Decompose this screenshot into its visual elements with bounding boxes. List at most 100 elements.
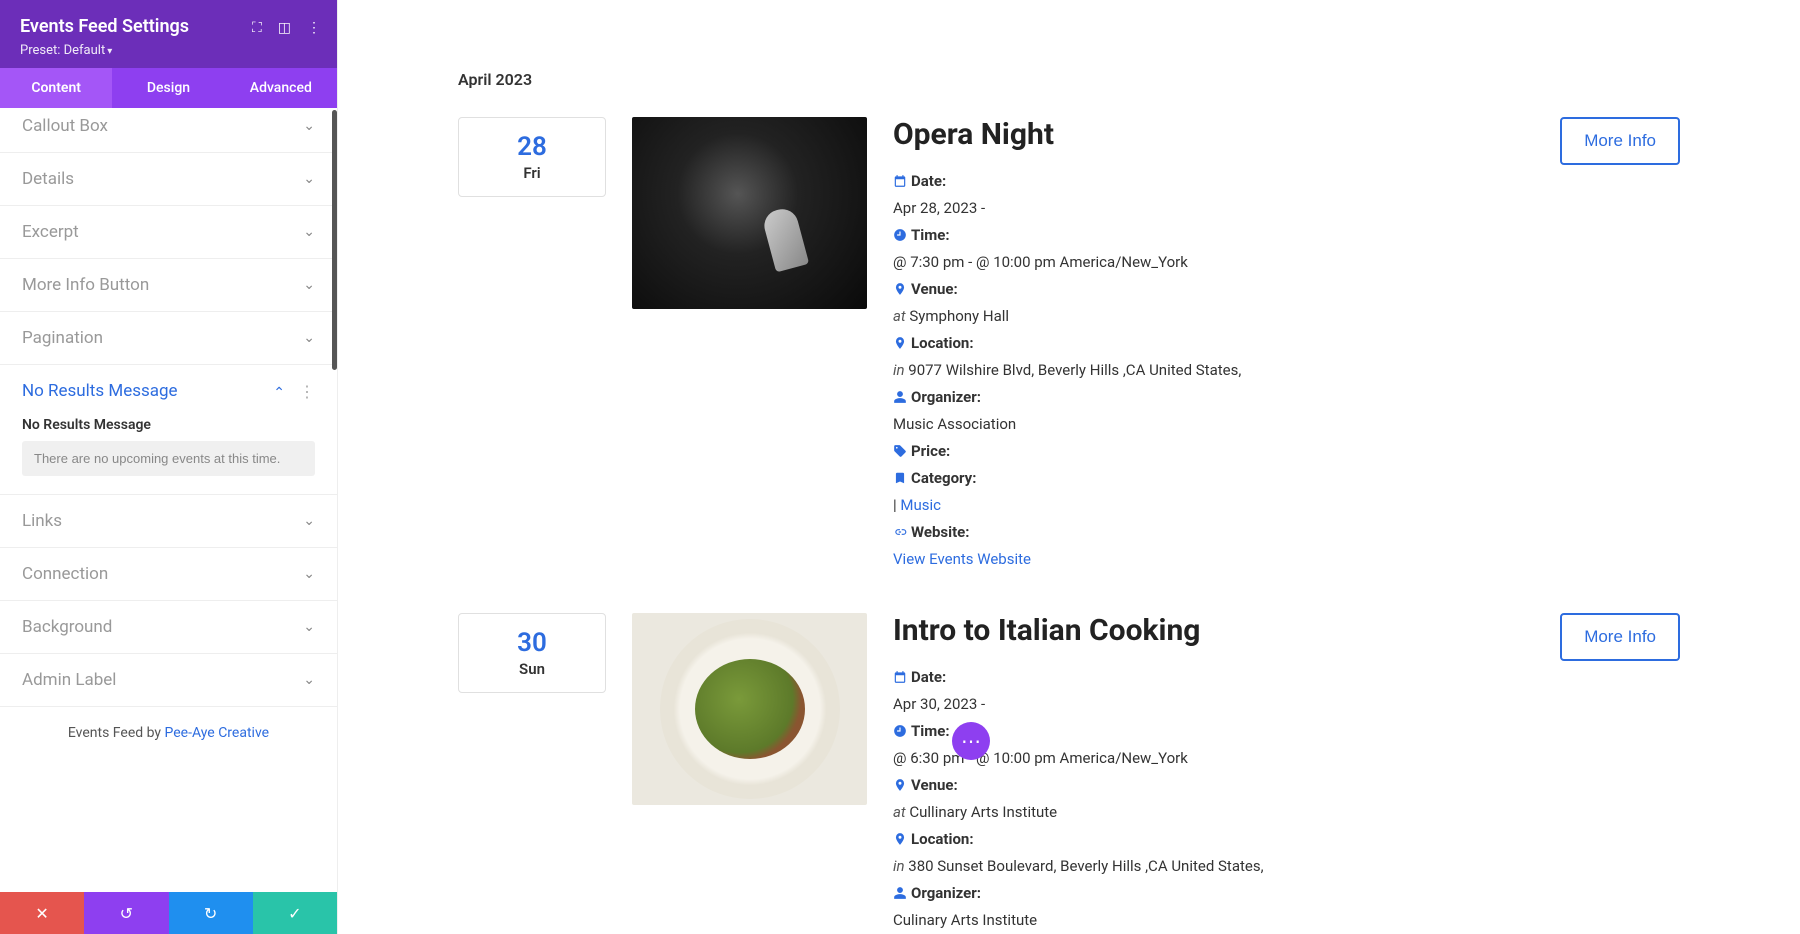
- section-title: More Info Button: [22, 275, 149, 295]
- cancel-button[interactable]: ✕: [0, 892, 84, 934]
- fab-button[interactable]: ⋯: [952, 722, 990, 760]
- action-bar: ✕ ↺ ↻ ✓: [0, 892, 337, 934]
- date-line: Date:: [893, 168, 1534, 195]
- chevron-down-icon: ⌄: [303, 171, 315, 187]
- section-title: Details: [22, 169, 74, 189]
- person-icon: [893, 384, 907, 411]
- calendar-icon: [893, 664, 907, 691]
- date-value: Apr 30, 2023 -: [893, 691, 1534, 718]
- section-more-info-button: More Info Button ⌄: [0, 259, 337, 312]
- section-admin-label: Admin Label ⌄: [0, 654, 337, 707]
- section-pagination: Pagination ⌄: [0, 312, 337, 365]
- section-title: Links: [22, 511, 62, 531]
- section-body: No Results Message: [0, 417, 337, 494]
- tag-icon: [893, 438, 907, 465]
- section-more-icon[interactable]: ⋮: [299, 382, 315, 401]
- section-header[interactable]: Excerpt ⌄: [0, 206, 337, 258]
- credit-link[interactable]: Pee-Aye Creative: [165, 725, 270, 741]
- more-info-button[interactable]: More Info: [1560, 613, 1680, 661]
- clock-icon: [893, 222, 907, 249]
- section-header[interactable]: Connection ⌄: [0, 548, 337, 600]
- section-title: Connection: [22, 564, 108, 584]
- tab-design[interactable]: Design: [112, 68, 224, 108]
- date-number: 28: [459, 132, 605, 162]
- time-value: @ 7:30 pm - @ 10:00 pm America/New_York: [893, 249, 1534, 276]
- footer-prefix: Events Feed by: [68, 725, 165, 741]
- event-title[interactable]: Intro to Italian Cooking: [893, 613, 1534, 648]
- clock-icon: [893, 718, 907, 745]
- more-icon[interactable]: ⋮: [307, 20, 321, 36]
- website-link[interactable]: View Events Website: [893, 550, 1031, 568]
- no-results-input[interactable]: [22, 441, 315, 476]
- section-title: Callout Box: [22, 116, 108, 136]
- venue-line: Venue:: [893, 772, 1534, 799]
- sidebar-header: Events Feed Settings Preset: Default▾ ⛶ …: [0, 0, 337, 68]
- app-root: Events Feed Settings Preset: Default▾ ⛶ …: [0, 0, 1800, 934]
- date-box: 30 Sun: [458, 613, 606, 693]
- section-header[interactable]: Pagination ⌄: [0, 312, 337, 364]
- chevron-down-icon: ⌄: [303, 672, 315, 688]
- chevron-down-icon: ▾: [107, 46, 112, 57]
- section-links: Links ⌄: [0, 495, 337, 548]
- section-title: Pagination: [22, 328, 103, 348]
- event-image[interactable]: [632, 613, 867, 805]
- layout-icon[interactable]: ◫: [278, 20, 291, 36]
- price-line: Price:: [893, 438, 1534, 465]
- event-row: 30 Sun Intro to Italian Cooking Date: Ap…: [458, 613, 1680, 934]
- chevron-down-icon: ⌄: [303, 224, 315, 240]
- category-link[interactable]: Music: [900, 496, 941, 514]
- chevron-down-icon: ⌄: [303, 277, 315, 293]
- time-value: @ 6:30 pm - @ 10:00 pm America/New_York: [893, 745, 1534, 772]
- chevron-down-icon: ⌄: [303, 619, 315, 635]
- event-title[interactable]: Opera Night: [893, 117, 1534, 152]
- organizer-value: Culinary Arts Institute: [893, 907, 1534, 934]
- redo-button[interactable]: ↻: [169, 892, 253, 934]
- calendar-icon: [893, 168, 907, 195]
- section-header[interactable]: More Info Button ⌄: [0, 259, 337, 311]
- pin-icon: [893, 276, 907, 303]
- section-header[interactable]: Background ⌄: [0, 601, 337, 653]
- undo-button[interactable]: ↺: [84, 892, 168, 934]
- expand-icon[interactable]: ⛶: [252, 20, 262, 36]
- venue-line: Venue:: [893, 276, 1534, 303]
- more-info-button[interactable]: More Info: [1560, 117, 1680, 165]
- event-info: Intro to Italian Cooking Date: Apr 30, 2…: [893, 613, 1534, 934]
- tab-advanced[interactable]: Advanced: [225, 68, 337, 108]
- section-header[interactable]: Links ⌄: [0, 495, 337, 547]
- scrollbar-thumb[interactable]: [332, 110, 337, 370]
- tabs: Content Design Advanced: [0, 68, 337, 108]
- section-callout-box: Callout Box ⌄: [0, 108, 337, 153]
- field-label: No Results Message: [22, 417, 315, 433]
- preset-dropdown[interactable]: Preset: Default▾: [20, 43, 317, 58]
- section-excerpt: Excerpt ⌄: [0, 206, 337, 259]
- section-header[interactable]: Callout Box ⌄: [0, 108, 337, 152]
- section-connection: Connection ⌄: [0, 548, 337, 601]
- chevron-down-icon: ⌄: [303, 330, 315, 346]
- section-header[interactable]: Admin Label ⌄: [0, 654, 337, 706]
- section-title: Excerpt: [22, 222, 79, 242]
- preview-area: April 2023 28 Fri Opera Night Date: Apr …: [338, 0, 1800, 934]
- section-background: Background ⌄: [0, 601, 337, 654]
- location-value: in 380 Sunset Boulevard, Beverly Hills ,…: [893, 853, 1534, 880]
- section-header[interactable]: Details ⌄: [0, 153, 337, 205]
- event-image[interactable]: [632, 117, 867, 309]
- tab-content[interactable]: Content: [0, 68, 112, 108]
- sidebar-footer-credit: Events Feed by Pee-Aye Creative: [0, 707, 337, 759]
- header-icons: ⛶ ◫ ⋮: [252, 20, 321, 36]
- location-value: in 9077 Wilshire Blvd, Beverly Hills ,CA…: [893, 357, 1534, 384]
- save-button[interactable]: ✓: [253, 892, 337, 934]
- chevron-up-icon: ⌃: [273, 385, 285, 401]
- section-details: Details ⌄: [0, 153, 337, 206]
- chevron-down-icon: ⌄: [303, 513, 315, 529]
- organizer-line: Organizer:: [893, 880, 1534, 907]
- venue-value: at Cullinary Arts Institute: [893, 799, 1534, 826]
- month-header: April 2023: [458, 70, 1680, 89]
- section-title: No Results Message: [22, 381, 178, 401]
- website-value: View Events Website: [893, 546, 1534, 573]
- location-line: Location:: [893, 826, 1534, 853]
- link-icon: [893, 519, 907, 546]
- section-header[interactable]: No Results Message ⌃ ⋮: [0, 365, 337, 417]
- accordion: Callout Box ⌄ Details ⌄ Excerpt ⌄ More I…: [0, 108, 337, 892]
- organizer-value: Music Association: [893, 411, 1534, 438]
- event-info: Opera Night Date: Apr 28, 2023 - Time: @…: [893, 117, 1534, 573]
